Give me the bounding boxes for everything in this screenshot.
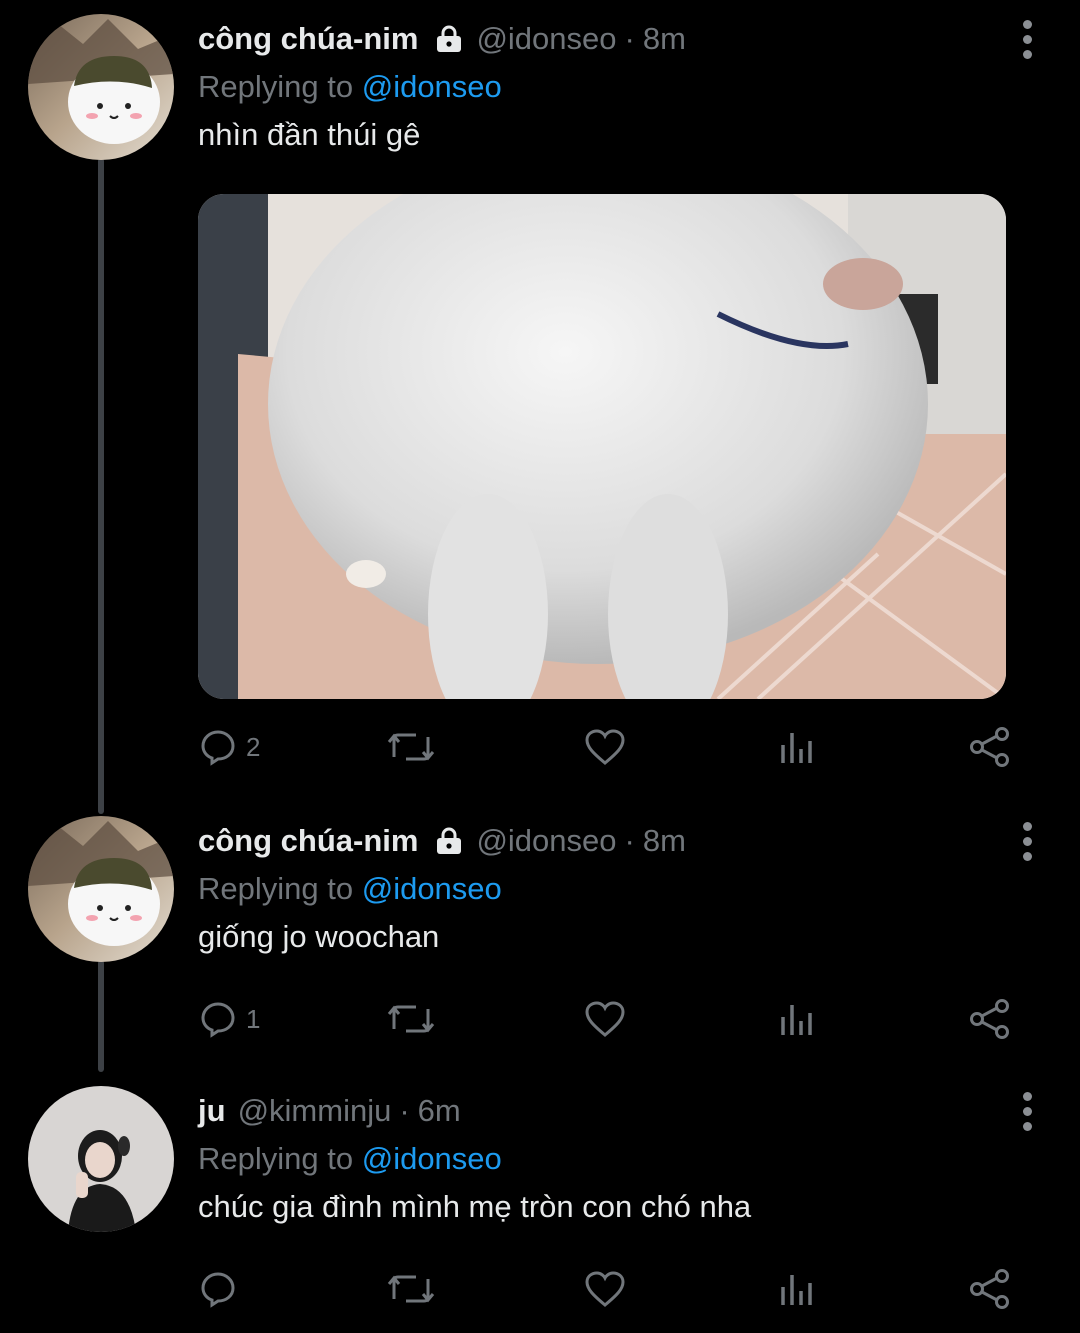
timestamp[interactable]: 8m [643, 14, 686, 64]
heart-icon [585, 729, 625, 765]
display-name[interactable]: công chúa-nim [198, 816, 418, 866]
tweet-actions: 2 [198, 722, 1014, 772]
retweet-icon [387, 733, 435, 761]
separator-dot: · [624, 21, 635, 56]
tweet-media-gif[interactable] [198, 194, 1006, 699]
user-handle[interactable]: @kimminju [238, 1086, 392, 1136]
replying-to: Replying to @idonseo [198, 866, 1000, 912]
views-button[interactable] [778, 722, 818, 772]
retweet-button[interactable] [386, 1264, 436, 1314]
display-name[interactable]: công chúa-nim [198, 14, 418, 64]
retweet-button[interactable] [386, 994, 436, 1044]
display-name[interactable]: ju [198, 1086, 226, 1136]
reply-icon [201, 1272, 235, 1308]
analytics-icon [781, 1005, 812, 1035]
share-icon [970, 999, 1009, 1039]
share-button[interactable] [968, 722, 1012, 772]
tweet-actions [198, 1264, 1014, 1314]
retweet-button[interactable] [386, 722, 436, 772]
views-button[interactable] [778, 994, 818, 1044]
reply-button[interactable]: 2 [198, 722, 260, 772]
more-vertical-icon[interactable] [1020, 20, 1034, 65]
reply-icon [201, 730, 235, 766]
mention-link[interactable]: @idonseo [362, 1141, 502, 1176]
tweet[interactable]: công chúa-nim @idonseo · 8m Replying to … [0, 14, 1080, 794]
avatar[interactable] [28, 14, 174, 160]
heart-icon [585, 1271, 625, 1307]
avatar[interactable] [28, 816, 174, 962]
reply-button[interactable]: 1 [198, 994, 260, 1044]
share-button[interactable] [968, 1264, 1012, 1314]
replying-label: Replying to [198, 69, 354, 104]
lock-icon [437, 827, 462, 854]
like-button[interactable] [583, 994, 627, 1044]
tweet-header: công chúa-nim @idonseo · 8m [198, 14, 1000, 64]
analytics-icon [781, 1275, 812, 1305]
share-icon [970, 1269, 1009, 1309]
lock-icon [437, 25, 462, 52]
analytics-icon [781, 733, 812, 763]
reply-count: 1 [246, 1003, 261, 1034]
like-button[interactable] [583, 722, 627, 772]
reply-count: 2 [246, 731, 261, 762]
share-button[interactable] [968, 994, 1012, 1044]
heart-icon [585, 1001, 625, 1037]
mention-link[interactable]: @idonseo [362, 871, 502, 906]
replying-to: Replying to @idonseo [198, 64, 1000, 110]
replying-label: Replying to [198, 871, 354, 906]
tweet-text: chúc gia đình mình mẹ tròn con chó nha [198, 1189, 752, 1224]
tweet-text: giống jo woochan [198, 919, 440, 954]
timestamp[interactable]: 8m [643, 816, 686, 866]
tweet-actions: 1 [198, 994, 1014, 1044]
separator-dot: · [624, 823, 635, 858]
tweet-header: ju @kimminju · 6m [198, 1086, 1000, 1136]
more-vertical-icon[interactable] [1020, 1092, 1034, 1137]
tweet[interactable]: công chúa-nim @idonseo · 8m Replying to … [0, 816, 1080, 1056]
tweet[interactable]: ju @kimminju · 6m Replying to @idonseo c… [0, 1086, 1080, 1326]
timestamp[interactable]: 6m [418, 1086, 461, 1136]
reply-icon [201, 1002, 235, 1038]
like-button[interactable] [583, 1264, 627, 1314]
user-handle[interactable]: @idonseo [476, 14, 616, 64]
mention-link[interactable]: @idonseo [362, 69, 502, 104]
retweet-icon [387, 1005, 435, 1033]
more-vertical-icon[interactable] [1020, 822, 1034, 867]
tweet-header: công chúa-nim @idonseo · 8m [198, 816, 1000, 866]
replying-to: Replying to @idonseo [198, 1136, 1000, 1182]
views-button[interactable] [778, 1264, 818, 1314]
user-handle[interactable]: @idonseo [476, 816, 616, 866]
replying-label: Replying to [198, 1141, 354, 1176]
share-icon [970, 727, 1009, 767]
retweet-icon [387, 1275, 435, 1303]
avatar[interactable] [28, 1086, 174, 1232]
tweet-text: nhìn đần thúi gê [198, 117, 421, 152]
reply-button[interactable] [198, 1264, 246, 1314]
separator-dot: · [399, 1093, 410, 1128]
